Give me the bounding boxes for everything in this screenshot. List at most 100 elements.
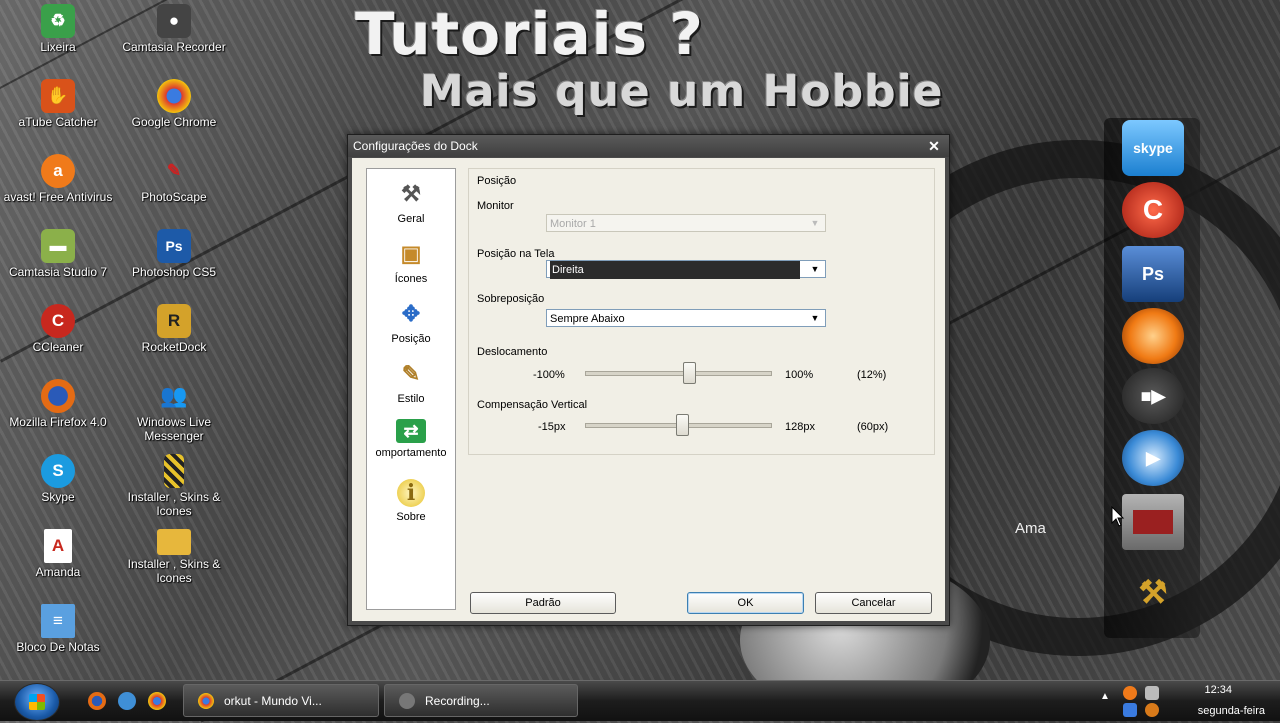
category-sobre[interactable]: i Sobre — [367, 479, 455, 523]
desktop-icon-label: CCleaner — [32, 340, 84, 354]
desktop-icon-avast[interactable]: a avast! Free Antivirus — [0, 154, 116, 204]
recycle-bin-dock-icon[interactable] — [1122, 494, 1184, 550]
screen-position-select-value: Direita — [550, 261, 800, 279]
vertical-max-label: 128px — [785, 421, 815, 433]
desktop-icon-camtasia-recorder[interactable]: ● Camtasia Recorder — [116, 4, 232, 54]
clock-time[interactable]: 12:34 — [1204, 684, 1232, 696]
start-button[interactable] — [14, 683, 60, 721]
desktop-icon-label: Bloco De Notas — [16, 640, 100, 654]
category-posicao[interactable]: ✥ Posição — [367, 299, 455, 345]
chrome-icon — [157, 79, 191, 113]
desktop-icon-firefox[interactable]: Mozilla Firefox 4.0 — [0, 379, 116, 429]
tools-icon: ⚒ — [401, 181, 421, 206]
position-settings-panel: Posição Monitor Monitor 1 ▼ Posição na T… — [468, 168, 935, 455]
desktop-icon-google-chrome[interactable]: Google Chrome — [116, 79, 232, 129]
dialog-client-area: ⚒ Geral ▣ Ícones ✥ Posição ✎ Estilo ⇄ om… — [352, 158, 945, 621]
mouse-cursor-icon — [1111, 506, 1125, 527]
desktop-icon-bloco-de-notas[interactable]: ≡ Bloco De Notas — [0, 604, 116, 654]
folder-icon — [157, 529, 191, 555]
category-estilo[interactable]: ✎ Estilo — [367, 359, 455, 405]
tray-icon-display[interactable] — [1123, 703, 1137, 717]
chrome-quicklaunch-icon[interactable] — [148, 692, 166, 710]
vertical-compensation-label: Compensação Vertical — [477, 399, 588, 411]
desktop-icon-label: Camtasia Recorder — [122, 40, 226, 54]
overlap-select[interactable]: Sempre Abaixo ▼ — [546, 309, 826, 327]
skype-dock-icon[interactable]: skype — [1122, 120, 1184, 176]
clock-day[interactable]: segunda-feira — [1198, 705, 1265, 717]
offset-slider-track[interactable] — [585, 371, 772, 376]
tray-icon-volume[interactable] — [1145, 703, 1159, 717]
recording-task-icon — [399, 693, 415, 709]
desktop-icon-rocketdock[interactable]: R RocketDock — [116, 304, 232, 354]
tray-icon-avast[interactable] — [1123, 686, 1137, 700]
desktop-icon-label: Lixeira — [40, 40, 76, 54]
desktop-icon-label: Camtasia Studio 7 — [8, 265, 108, 279]
desktop-icon-label: Photoshop CS5 — [131, 265, 217, 279]
close-button[interactable]: ✕ — [925, 138, 943, 154]
desktop-icon-amanda[interactable]: A Amanda — [0, 529, 116, 579]
chrome-task-icon — [198, 693, 214, 709]
desktop-icon-label: Windows Live Messenger — [136, 415, 212, 443]
recycle-bin-icon: ♻ — [41, 4, 75, 38]
desktop-icon-installer-folder[interactable]: Installer , Skins & Icones — [116, 529, 232, 585]
default-button[interactable]: Padrão — [470, 592, 616, 614]
dialog-titlebar[interactable]: Configurações do Dock ✕ — [348, 135, 949, 157]
category-label: Ícones — [394, 273, 428, 285]
desktop-icon-label: aTube Catcher — [18, 115, 98, 129]
offset-max-label: 100% — [785, 369, 814, 381]
firefox-quicklaunch-icon[interactable] — [88, 692, 106, 710]
desktop-icon-photoshop[interactable]: Ps Photoshop CS5 — [116, 229, 232, 279]
firefox-icon — [41, 379, 75, 413]
ok-button[interactable]: OK — [687, 592, 804, 614]
desktop-icon-skype[interactable]: S Skype — [0, 454, 116, 504]
photoshop-dock-icon[interactable]: Ps — [1122, 246, 1184, 302]
settings-tools-dock-icon[interactable]: ⚒ — [1122, 564, 1184, 620]
desktop-icon-photoscape[interactable]: ✎ PhotoScape — [116, 154, 232, 204]
monitor-label: Monitor — [477, 200, 514, 212]
offset-label: Deslocamento — [477, 346, 548, 358]
desktop-icon-label: Mozilla Firefox 4.0 — [9, 415, 107, 429]
overlap-label: Sobreposição — [477, 293, 545, 305]
desktop-icon-lixeira[interactable]: ♻ Lixeira — [0, 4, 116, 54]
ccleaner-icon: C — [41, 304, 75, 338]
play-dock-icon[interactable]: ▶ — [1122, 430, 1184, 486]
offset-slider-thumb[interactable] — [682, 362, 696, 384]
document-icon: A — [44, 529, 72, 563]
banner-subtitle: Mais que um Hobbie — [420, 66, 944, 117]
screen-position-select[interactable]: Direita ▼ — [546, 260, 826, 279]
cancel-button[interactable]: Cancelar — [815, 592, 932, 614]
desktop-icon-installer-skins[interactable]: Installer , Skins & Icones — [116, 454, 232, 518]
dock-settings-dialog: Configurações do Dock ✕ ⚒ Geral ▣ Ícones… — [347, 134, 950, 626]
chevron-down-icon: ▼ — [810, 313, 820, 323]
photoshop-icon: Ps — [157, 229, 191, 263]
desktop-icon-windows-live-messenger[interactable]: 👥 Windows Live Messenger — [116, 379, 232, 443]
media-player-dock-icon[interactable] — [1122, 308, 1184, 364]
messenger-quicklaunch-icon[interactable] — [118, 692, 136, 710]
taskbar-item-orkut[interactable]: orkut - Mundo Vi... — [183, 684, 379, 717]
offset-current-value: (12%) — [857, 369, 887, 381]
desktop-icon-atube-catcher[interactable]: ✋ aTube Catcher — [0, 79, 116, 129]
tray-icon-network[interactable] — [1145, 686, 1159, 700]
desktop-icon-label: Installer , Skins & Icones — [127, 490, 221, 518]
taskbar-item-recording[interactable]: Recording... — [384, 684, 578, 717]
camera-dock-icon[interactable]: ■▶ — [1122, 368, 1184, 424]
category-icones[interactable]: ▣ Ícones — [367, 239, 455, 285]
category-geral[interactable]: ⚒ Geral — [367, 179, 455, 225]
desktop-icon-label: Amanda — [35, 565, 81, 579]
monitor-select[interactable]: Monitor 1 ▼ — [546, 214, 826, 232]
taskbar-item-label: orkut - Mundo Vi... — [224, 694, 322, 708]
atube-catcher-icon: ✋ — [41, 79, 75, 113]
background-text: Ama — [1015, 520, 1046, 537]
desktop-icon-label: Google Chrome — [131, 115, 217, 129]
category-comportamento[interactable]: ⇄ omportamento — [367, 419, 455, 459]
ccleaner-dock-icon[interactable]: C — [1122, 182, 1184, 238]
vertical-slider-thumb[interactable] — [676, 414, 690, 436]
tray-expand-icon[interactable]: ▲ — [1100, 691, 1110, 702]
desktop-icon-ccleaner[interactable]: C CCleaner — [0, 304, 116, 354]
chevron-down-icon: ▼ — [810, 264, 820, 274]
desktop-icon-label: Installer , Skins & Icones — [127, 557, 221, 585]
desktop-icon-camtasia-studio[interactable]: ▬ Camtasia Studio 7 — [0, 229, 116, 279]
overlap-select-value: Sempre Abaixo — [550, 313, 625, 325]
desktop-icon-label: RocketDock — [141, 340, 207, 354]
dialog-title: Configurações do Dock — [353, 139, 478, 153]
